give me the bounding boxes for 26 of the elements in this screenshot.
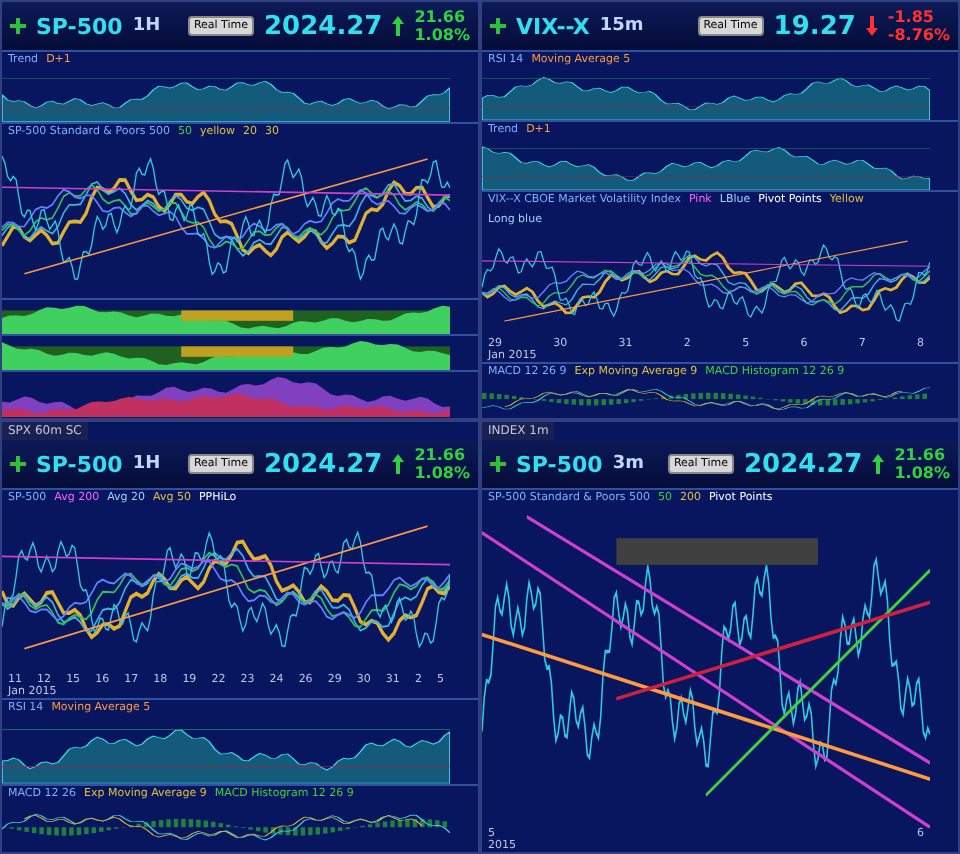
change-percent: 1.08% — [414, 26, 470, 45]
symbol-label[interactable]: SP-500 — [516, 451, 603, 478]
plus-icon[interactable] — [10, 456, 26, 473]
interval-selector[interactable]: 1H — [132, 454, 161, 475]
price-value: 19.27 — [773, 11, 856, 42]
price-value: 2024.27 — [264, 449, 383, 480]
band-area — [181, 346, 294, 358]
symbol-label[interactable]: SP-500 — [36, 451, 123, 478]
price-value: 2024.27 — [264, 11, 383, 42]
change-percent: 1.08% — [414, 464, 470, 483]
band-area — [181, 309, 294, 321]
price-value: 2024.27 — [744, 449, 863, 480]
plus-icon[interactable] — [10, 18, 26, 35]
plus-icon[interactable] — [490, 18, 506, 35]
change-percent: 1.08% — [894, 464, 950, 483]
change-value: 21.66 — [414, 446, 468, 465]
change-percent: -8.76% — [887, 26, 950, 45]
interval-selector[interactable]: 15m — [599, 16, 644, 37]
change-value: 21.66 — [414, 8, 468, 27]
symbol-label[interactable]: VIX--X — [516, 13, 590, 40]
interval-selector[interactable]: 1H — [132, 16, 161, 37]
change-value: 21.66 — [894, 446, 948, 465]
symbol-label[interactable]: SP-500 — [36, 13, 123, 40]
change-value: -1.85 — [887, 8, 936, 27]
interval-selector[interactable]: 3m — [612, 454, 644, 475]
plus-icon[interactable] — [490, 456, 506, 473]
